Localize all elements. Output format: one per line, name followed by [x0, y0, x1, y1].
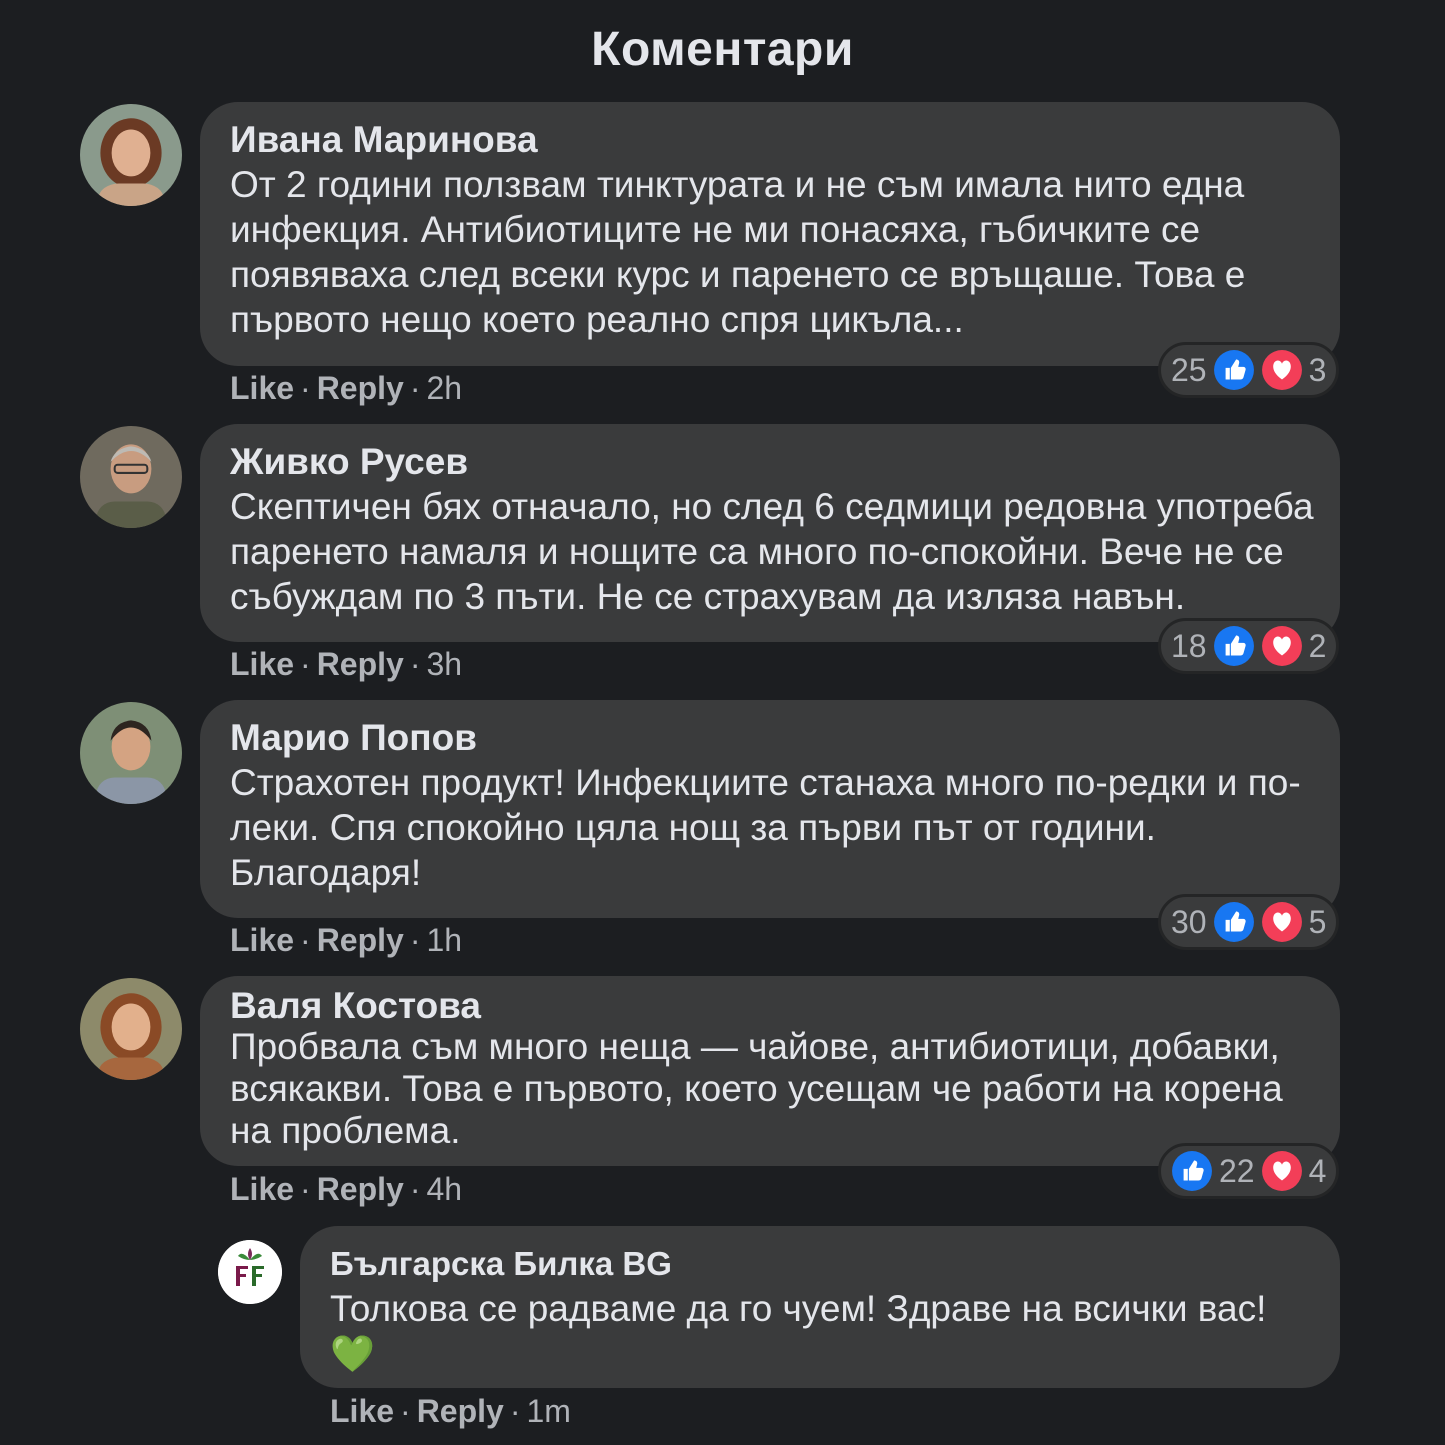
heart-count: 4 [1308, 1152, 1327, 1189]
comment-actions: Like · Reply · 2h [230, 370, 463, 406]
like-icon [1213, 625, 1255, 667]
reply-button[interactable]: Reply [317, 922, 404, 958]
like-button[interactable]: Like [330, 1393, 394, 1429]
like-count: 22 [1219, 1152, 1255, 1189]
timestamp: 2h [426, 370, 463, 406]
reactions-badge[interactable]: 30 5 [1158, 894, 1340, 950]
timestamp: 1m [526, 1393, 571, 1429]
avatar[interactable] [80, 426, 182, 528]
comment-actions: Like · Reply · 4h [230, 1171, 463, 1207]
avatar[interactable] [80, 978, 182, 1080]
comment-bubble: Марио Попов Страхотен продукт! Инфекциит… [200, 700, 1340, 918]
page-title: Коментари [591, 23, 854, 76]
reply-author[interactable]: Българска Билка BG [330, 1242, 1320, 1286]
comment-text: От 2 години ползвам тинктурата и не съм … [230, 164, 1246, 340]
avatar-man-icon [80, 426, 182, 528]
reply-bubble: Българска Билка BG Толкова се радваме да… [300, 1226, 1340, 1388]
comment-bubble: Ивана Маринова От 2 години ползвам тинкт… [200, 102, 1340, 366]
comment-text: Пробвала съм много неща — чайове, антиби… [230, 1026, 1283, 1151]
like-count: 25 [1171, 351, 1207, 388]
reply-button[interactable]: Reply [317, 1171, 404, 1207]
reply-button[interactable]: Reply [317, 646, 404, 682]
reactions-badge[interactable]: 22 4 [1158, 1143, 1340, 1199]
comment-bubble: Валя Костова Пробвала съм много неща — ч… [200, 976, 1340, 1166]
page-avatar[interactable] [218, 1240, 282, 1304]
reply-actions: Like · Reply · 1m [330, 1393, 571, 1429]
heart-icon [1261, 349, 1303, 391]
avatar[interactable] [80, 104, 182, 206]
comment-bubble: Живко Русев Скептичен бях отначало, но с… [200, 424, 1340, 642]
avatar-woman-icon [80, 978, 182, 1080]
reactions-badge[interactable]: 18 2 [1158, 618, 1340, 674]
like-button[interactable]: Like [230, 1171, 294, 1207]
like-button[interactable]: Like [230, 646, 294, 682]
comment-text: Скептичен бях отначало, но след 6 седмиц… [230, 486, 1314, 617]
like-icon [1213, 901, 1255, 943]
timestamp: 3h [426, 646, 463, 682]
avatar-woman-icon [80, 104, 182, 206]
comment-text: Страхотен продукт! Инфекциите станаха мн… [230, 762, 1301, 893]
comment-actions: Like · Reply · 1h [230, 922, 463, 958]
like-count: 30 [1171, 903, 1207, 940]
reply-text-body: Толкова се радваме да го чуем! Здраве на… [330, 1288, 1267, 1329]
comment-author[interactable]: Марио Попов [230, 716, 1320, 760]
comment-author[interactable]: Валя Костова [230, 986, 1320, 1026]
like-button[interactable]: Like [230, 922, 294, 958]
reply-button[interactable]: Reply [317, 370, 404, 406]
avatar-man-icon [80, 702, 182, 804]
timestamp: 4h [426, 1171, 463, 1207]
herb-logo-icon [218, 1240, 282, 1304]
reply-text: Толкова се радваме да го чуем! Здраве на… [330, 1286, 1320, 1376]
timestamp: 1h [426, 922, 463, 958]
heart-count: 2 [1308, 627, 1327, 664]
avatar[interactable] [80, 702, 182, 804]
comment-author[interactable]: Ивана Маринова [230, 118, 1320, 162]
heart-count: 3 [1308, 351, 1327, 388]
comment-actions: Like · Reply · 3h [230, 646, 463, 682]
heart-icon [1261, 625, 1303, 667]
heart-count: 5 [1308, 903, 1327, 940]
green-heart-icon: 💚 [330, 1333, 375, 1374]
like-icon [1213, 349, 1255, 391]
reply-button[interactable]: Reply [417, 1393, 504, 1429]
heart-icon [1261, 901, 1303, 943]
like-count: 18 [1171, 627, 1207, 664]
heart-icon [1261, 1150, 1303, 1192]
reactions-badge[interactable]: 25 3 [1158, 342, 1340, 398]
like-button[interactable]: Like [230, 370, 294, 406]
like-icon [1171, 1150, 1213, 1192]
comment-author[interactable]: Живко Русев [230, 440, 1320, 484]
